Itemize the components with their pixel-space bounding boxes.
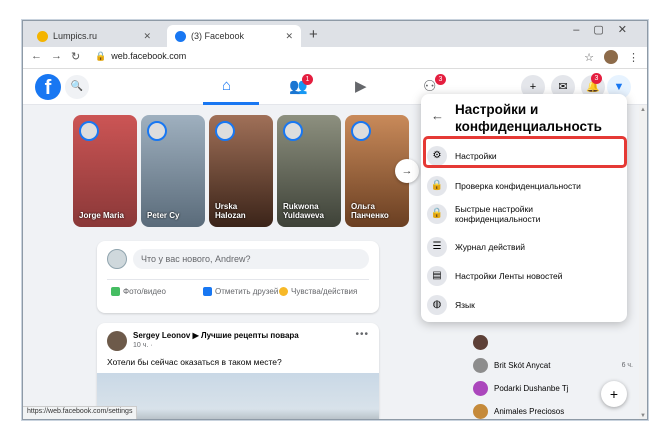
list-item[interactable]: [473, 331, 633, 354]
feed-post: Sergey Leonov ▶ Лучшие рецепты повара 10…: [97, 323, 379, 419]
contact-name: Animales Preciosos: [494, 407, 565, 416]
story-name: Rukwona Yuldaweva: [283, 202, 324, 221]
menu-item-label: Настройки Ленты новостей: [455, 270, 563, 281]
new-tab-button[interactable]: +: [309, 26, 318, 43]
feeling-label: Чувства/действия: [291, 287, 358, 296]
groups-badge: 3: [435, 74, 446, 85]
menu-item-label: Журнал действий: [455, 241, 525, 252]
avatar: [147, 121, 167, 141]
story-card[interactable]: Jorge Maria: [73, 115, 137, 227]
avatar: [283, 121, 303, 141]
tab-label: Lumpics.ru: [53, 31, 98, 41]
post-image[interactable]: [97, 373, 379, 419]
browser-window: Lumpics.ru ✕ (3) Facebook ✕ + –▢✕ ← → ↻ …: [22, 20, 648, 420]
lumpics-favicon-icon: [37, 30, 48, 42]
lock-icon: 🔒: [427, 204, 447, 225]
notifications-badge: 3: [591, 73, 602, 84]
reload-icon[interactable]: ↻: [71, 50, 80, 63]
bookmark-star-icon[interactable]: ☆: [584, 51, 594, 64]
tab-lumpics[interactable]: Lumpics.ru ✕: [29, 25, 159, 47]
menu-item-language[interactable]: ◍ Язык: [427, 295, 621, 315]
story-name: Urska Halozan: [215, 202, 246, 221]
news-feed-icon: ▤: [427, 266, 447, 286]
url-field[interactable]: 🔒 web.facebook.com: [95, 51, 186, 62]
close-icon[interactable]: ✕: [143, 31, 151, 42]
address-bar: ← → ↻ 🔒 web.facebook.com ☆ ⋮: [23, 47, 647, 69]
friends-badge: 1: [302, 74, 313, 85]
avatar: [473, 335, 488, 350]
globe-icon: ◍: [427, 295, 447, 315]
tab-strip: Lumpics.ru ✕ (3) Facebook ✕ + –▢✕: [23, 21, 647, 47]
browser-menu-icon[interactable]: ⋮: [628, 51, 639, 64]
story-card[interactable]: Peter Cy: [141, 115, 205, 227]
avatar: [473, 404, 488, 419]
search-icon[interactable]: 🔍: [65, 75, 89, 99]
lock-icon: 🔒: [95, 51, 107, 61]
more-options-icon[interactable]: •••: [355, 329, 369, 340]
scrollbar[interactable]: ▲ ▼: [639, 105, 647, 419]
tab-label: (3) Facebook: [191, 31, 245, 41]
avatar: [351, 121, 371, 141]
window-controls[interactable]: –▢✕: [573, 23, 641, 36]
tag-icon: [203, 287, 212, 296]
contact-time: 6 ч.: [621, 362, 633, 369]
menu-item-label: Быстрые настройки конфиденциальности: [455, 204, 541, 225]
feeling-button[interactable]: Чувства/действия: [279, 287, 357, 296]
photo-icon: [111, 287, 120, 296]
facebook-logo[interactable]: f: [35, 74, 61, 100]
back-arrow-icon[interactable]: ←: [431, 108, 444, 123]
contact-name: Brit Skót Anycat: [494, 361, 551, 370]
new-message-plus-icon[interactable]: +: [601, 381, 627, 407]
menu-item-label: Язык: [455, 299, 475, 310]
url-text: web.facebook.com: [111, 51, 187, 61]
profile-avatar[interactable]: [604, 50, 618, 64]
tag-friends-label: Отметить друзей: [215, 287, 279, 296]
avatar: [215, 121, 235, 141]
list-icon: ☰: [427, 237, 447, 257]
contacts-list: Brit Skót Anycat 6 ч. Podarki Dushanbe T…: [473, 331, 633, 419]
story-name: Jorge Maria: [79, 211, 124, 221]
scroll-up-icon[interactable]: ▲: [640, 107, 646, 113]
smiley-icon: [279, 287, 288, 296]
menu-item-label: Проверка конфиденциальности: [455, 180, 581, 191]
contact-name: Podarki Dushanbe Tj: [494, 384, 569, 393]
settings-privacy-menu: ← Настройки и конфиденциальность ⚙ Настр…: [421, 94, 627, 322]
watch-icon[interactable]: ▶: [355, 77, 367, 95]
home-icon[interactable]: ⌂: [222, 77, 231, 94]
menu-item-privacy-shortcuts[interactable]: 🔒 Быстрые настройки конфиденциальности: [427, 204, 621, 225]
back-arrow-icon[interactable]: ←: [31, 50, 42, 62]
tab-facebook[interactable]: (3) Facebook ✕: [167, 25, 301, 47]
facebook-favicon-icon: [175, 30, 186, 42]
story-name: Peter Cy: [147, 211, 180, 221]
post-composer: Что у вас нового, Andrew? Фото/видео Отм…: [97, 241, 379, 313]
avatar: [473, 358, 488, 373]
tag-friends-button[interactable]: Отметить друзей: [203, 287, 278, 296]
menu-item-news-feed-preferences[interactable]: ▤ Настройки Ленты новостей: [427, 266, 621, 286]
close-icon[interactable]: ✕: [285, 31, 293, 42]
menu-title: Настройки и конфиденциальность: [455, 102, 602, 134]
status-url: https://web.facebook.com/settings: [23, 406, 138, 419]
post-text: Хотели бы сейчас оказаться в таком месте…: [107, 357, 282, 367]
story-card[interactable]: Rukwona Yuldaweva: [277, 115, 341, 227]
menu-item-privacy-checkup[interactable]: 🔒 Проверка конфиденциальности: [427, 176, 621, 196]
scroll-down-icon[interactable]: ▼: [640, 413, 646, 419]
stories-next-arrow-icon[interactable]: →: [395, 159, 419, 183]
composer-input[interactable]: Что у вас нового, Andrew?: [133, 249, 369, 269]
post-time[interactable]: 10 ч. ·: [133, 342, 153, 349]
story-name: Ольга Панченко: [351, 202, 389, 221]
avatar: [107, 249, 127, 269]
post-author[interactable]: Sergey Leonov ▶ Лучшие рецепты повара: [133, 331, 299, 340]
divider: [107, 279, 369, 280]
list-item[interactable]: Brit Skót Anycat 6 ч.: [473, 354, 633, 377]
avatar[interactable]: [107, 331, 127, 351]
lock-check-icon: 🔒: [427, 176, 447, 196]
story-card[interactable]: Urska Halozan: [209, 115, 273, 227]
settings-highlight-outline: [423, 136, 627, 168]
photo-video-button[interactable]: Фото/видео: [111, 287, 166, 296]
forward-arrow-icon[interactable]: →: [51, 50, 62, 62]
menu-item-activity-log[interactable]: ☰ Журнал действий: [427, 237, 621, 257]
avatar: [473, 381, 488, 396]
photo-video-label: Фото/видео: [123, 287, 166, 296]
avatar: [79, 121, 99, 141]
